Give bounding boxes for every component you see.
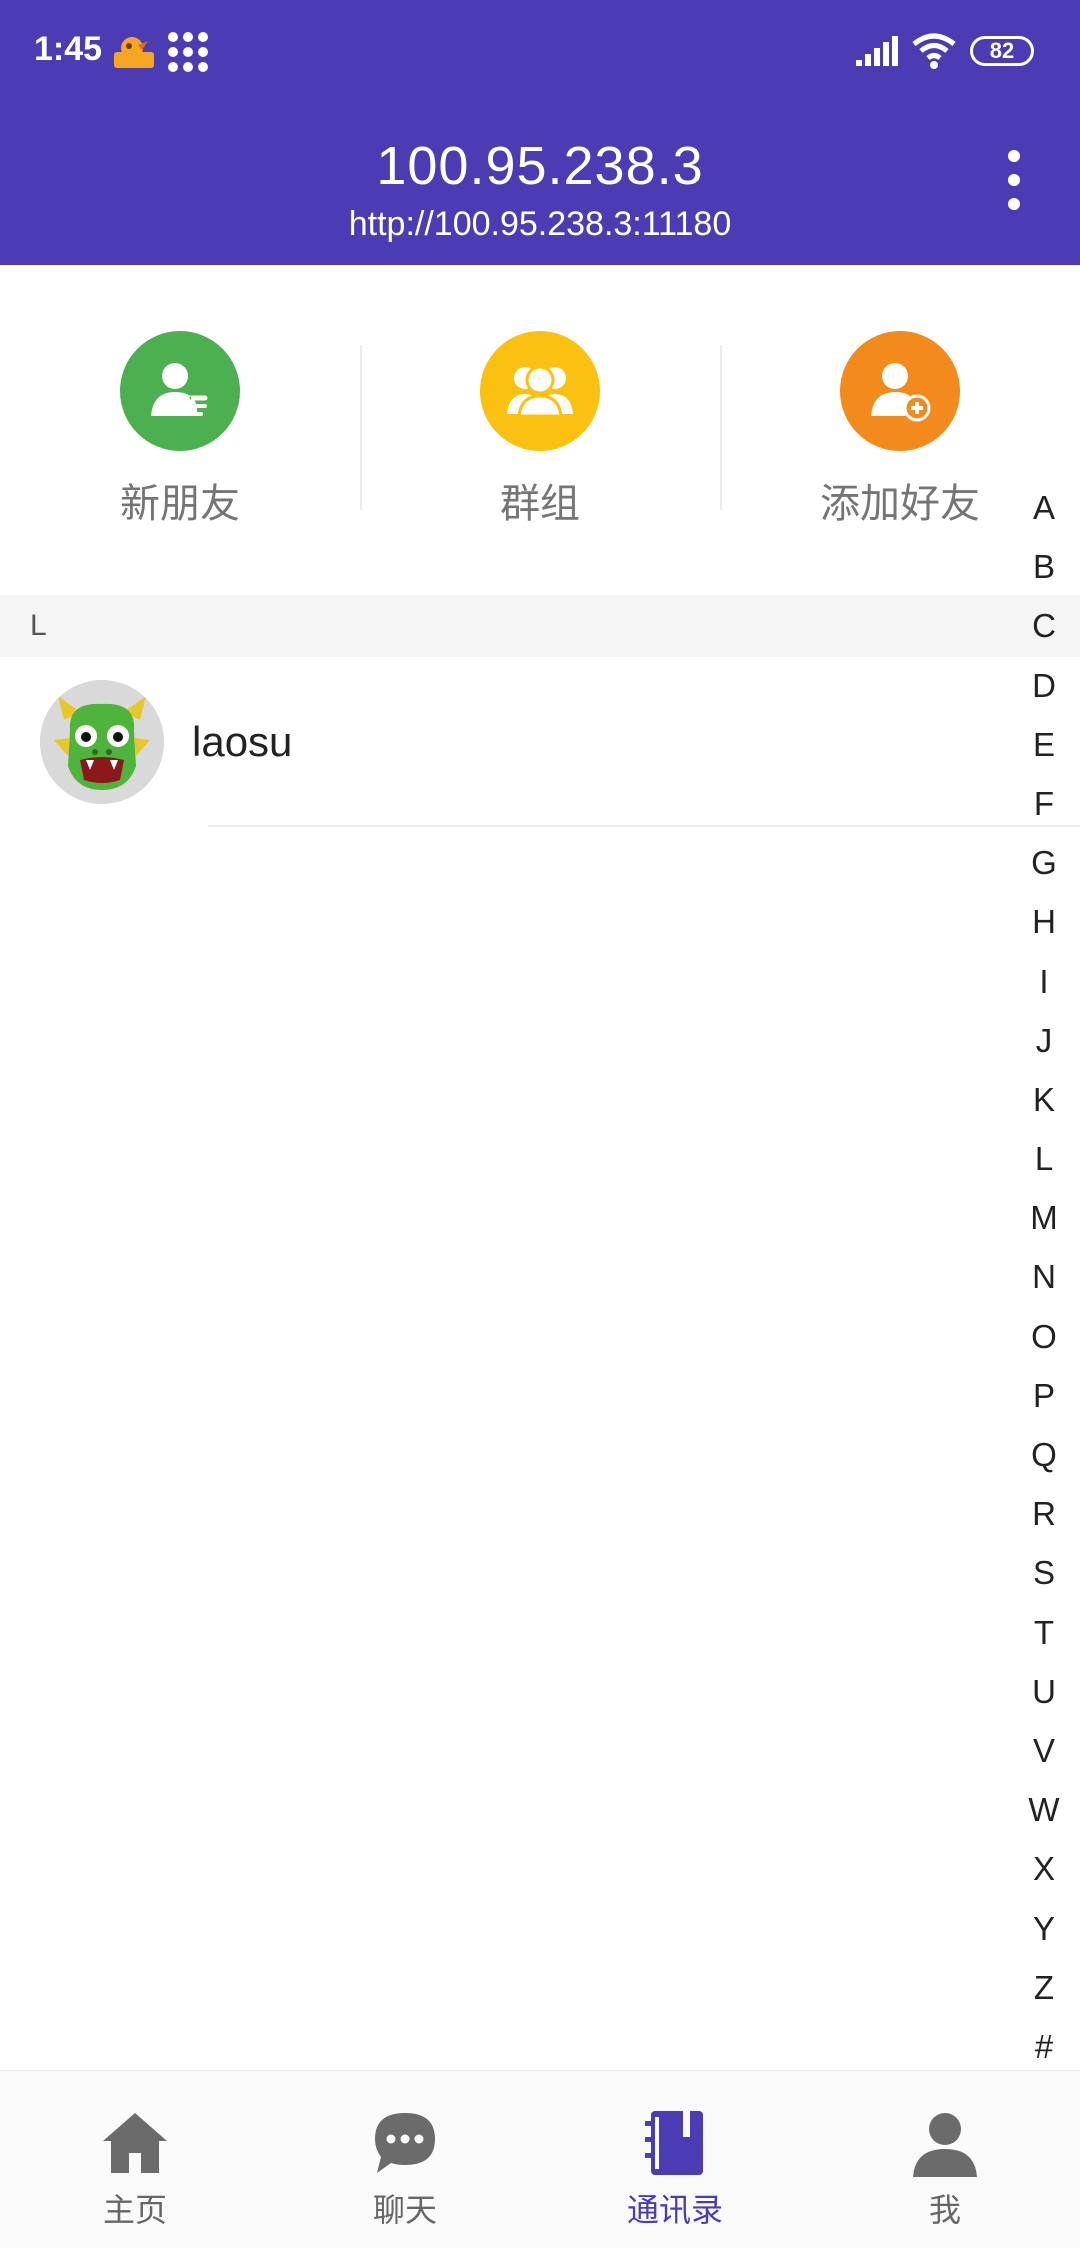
dragon-avatar	[40, 680, 164, 804]
index-letter[interactable]: U	[1020, 1662, 1068, 1721]
index-letter[interactable]: Q	[1020, 1425, 1068, 1484]
index-letter[interactable]: N	[1020, 1247, 1068, 1306]
index-letter[interactable]: P	[1020, 1366, 1068, 1425]
more-options-icon[interactable]	[996, 150, 1032, 210]
nav-contacts-label: 通讯录	[626, 2191, 723, 2229]
index-letter[interactable]: I	[1020, 952, 1068, 1011]
contact-row[interactable]: laosu	[0, 657, 1080, 827]
page-subtitle: http://100.95.238.3:11180	[348, 205, 732, 243]
index-letter[interactable]: H	[1020, 892, 1068, 951]
nav-chat[interactable]: 聊天	[270, 2071, 540, 2248]
index-letter[interactable]: D	[1020, 656, 1068, 715]
index-letter[interactable]: X	[1020, 1839, 1068, 1898]
index-letter[interactable]: V	[1020, 1721, 1068, 1780]
bottom-navigation: 主页 聊天 通讯录 我	[0, 2070, 1080, 2248]
index-letter[interactable]: L	[1020, 1129, 1068, 1188]
chat-icon	[375, 2113, 435, 2173]
index-letter[interactable]: A	[1020, 478, 1068, 537]
index-letter[interactable]: Y	[1020, 1899, 1068, 1958]
group-icon	[480, 331, 600, 451]
index-letter[interactable]: C	[1020, 596, 1068, 655]
index-letter[interactable]: J	[1020, 1011, 1068, 1070]
nav-home[interactable]: 主页	[0, 2071, 270, 2248]
groups-button[interactable]: 群组	[360, 265, 720, 595]
app-notification-icon	[114, 37, 154, 68]
nav-profile[interactable]: 我	[810, 2071, 1080, 2248]
contacts-icon	[645, 2111, 703, 2175]
index-letter[interactable]: #	[1020, 2017, 1068, 2076]
nav-home-label: 主页	[102, 2191, 167, 2229]
index-letter[interactable]: M	[1020, 1188, 1068, 1247]
title-block: 100.95.238.3 http://100.95.238.3:11180	[0, 135, 1080, 244]
index-letter[interactable]: Z	[1020, 1958, 1068, 2017]
cellular-signal-icon	[856, 36, 898, 66]
nav-chat-label: 聊天	[372, 2191, 437, 2229]
nav-profile-label: 我	[928, 2191, 961, 2229]
index-letter[interactable]: T	[1020, 1603, 1068, 1662]
index-letter[interactable]: E	[1020, 715, 1068, 774]
new-friends-icon	[120, 331, 240, 451]
add-friend-icon	[840, 331, 960, 451]
battery-indicator: 82	[970, 36, 1034, 66]
contact-name: laosu	[192, 718, 293, 765]
profile-icon	[913, 2113, 977, 2177]
new-friends-label: 新朋友	[120, 481, 240, 527]
quick-actions: 新朋友 群组 添加好友	[0, 265, 1080, 595]
home-icon	[103, 2113, 167, 2173]
alphabet-index-bar[interactable]: A B C D E F G H I J K L M N O P Q R S T U V W X Y Z #	[1020, 478, 1068, 2076]
contacts-screen: 1:45 82 100.95.238.3 http://100.95.238.3…	[0, 0, 1080, 2248]
index-letter[interactable]: S	[1020, 1543, 1068, 1602]
index-letter[interactable]: B	[1020, 537, 1068, 596]
nav-contacts[interactable]: 通讯录	[540, 2071, 810, 2248]
index-letter[interactable]: G	[1020, 833, 1068, 892]
index-letter[interactable]: R	[1020, 1484, 1068, 1543]
divider	[208, 825, 1080, 827]
index-letter[interactable]: O	[1020, 1307, 1068, 1366]
index-letter[interactable]: F	[1020, 774, 1068, 833]
new-friends-button[interactable]: 新朋友	[0, 265, 360, 595]
index-letter[interactable]: K	[1020, 1070, 1068, 1129]
groups-label: 群组	[500, 481, 580, 527]
wifi-icon	[912, 33, 956, 69]
app-grid-icon	[168, 32, 208, 72]
section-header-l: L	[0, 595, 1080, 657]
add-friend-label: 添加好友	[820, 481, 980, 527]
top-header: 1:45 82 100.95.238.3 http://100.95.238.3…	[0, 0, 1080, 265]
index-letter[interactable]: W	[1020, 1780, 1068, 1839]
status-time: 1:45	[34, 30, 103, 68]
page-title: 100.95.238.3	[376, 136, 704, 196]
status-bar: 1:45 82	[0, 0, 1080, 100]
